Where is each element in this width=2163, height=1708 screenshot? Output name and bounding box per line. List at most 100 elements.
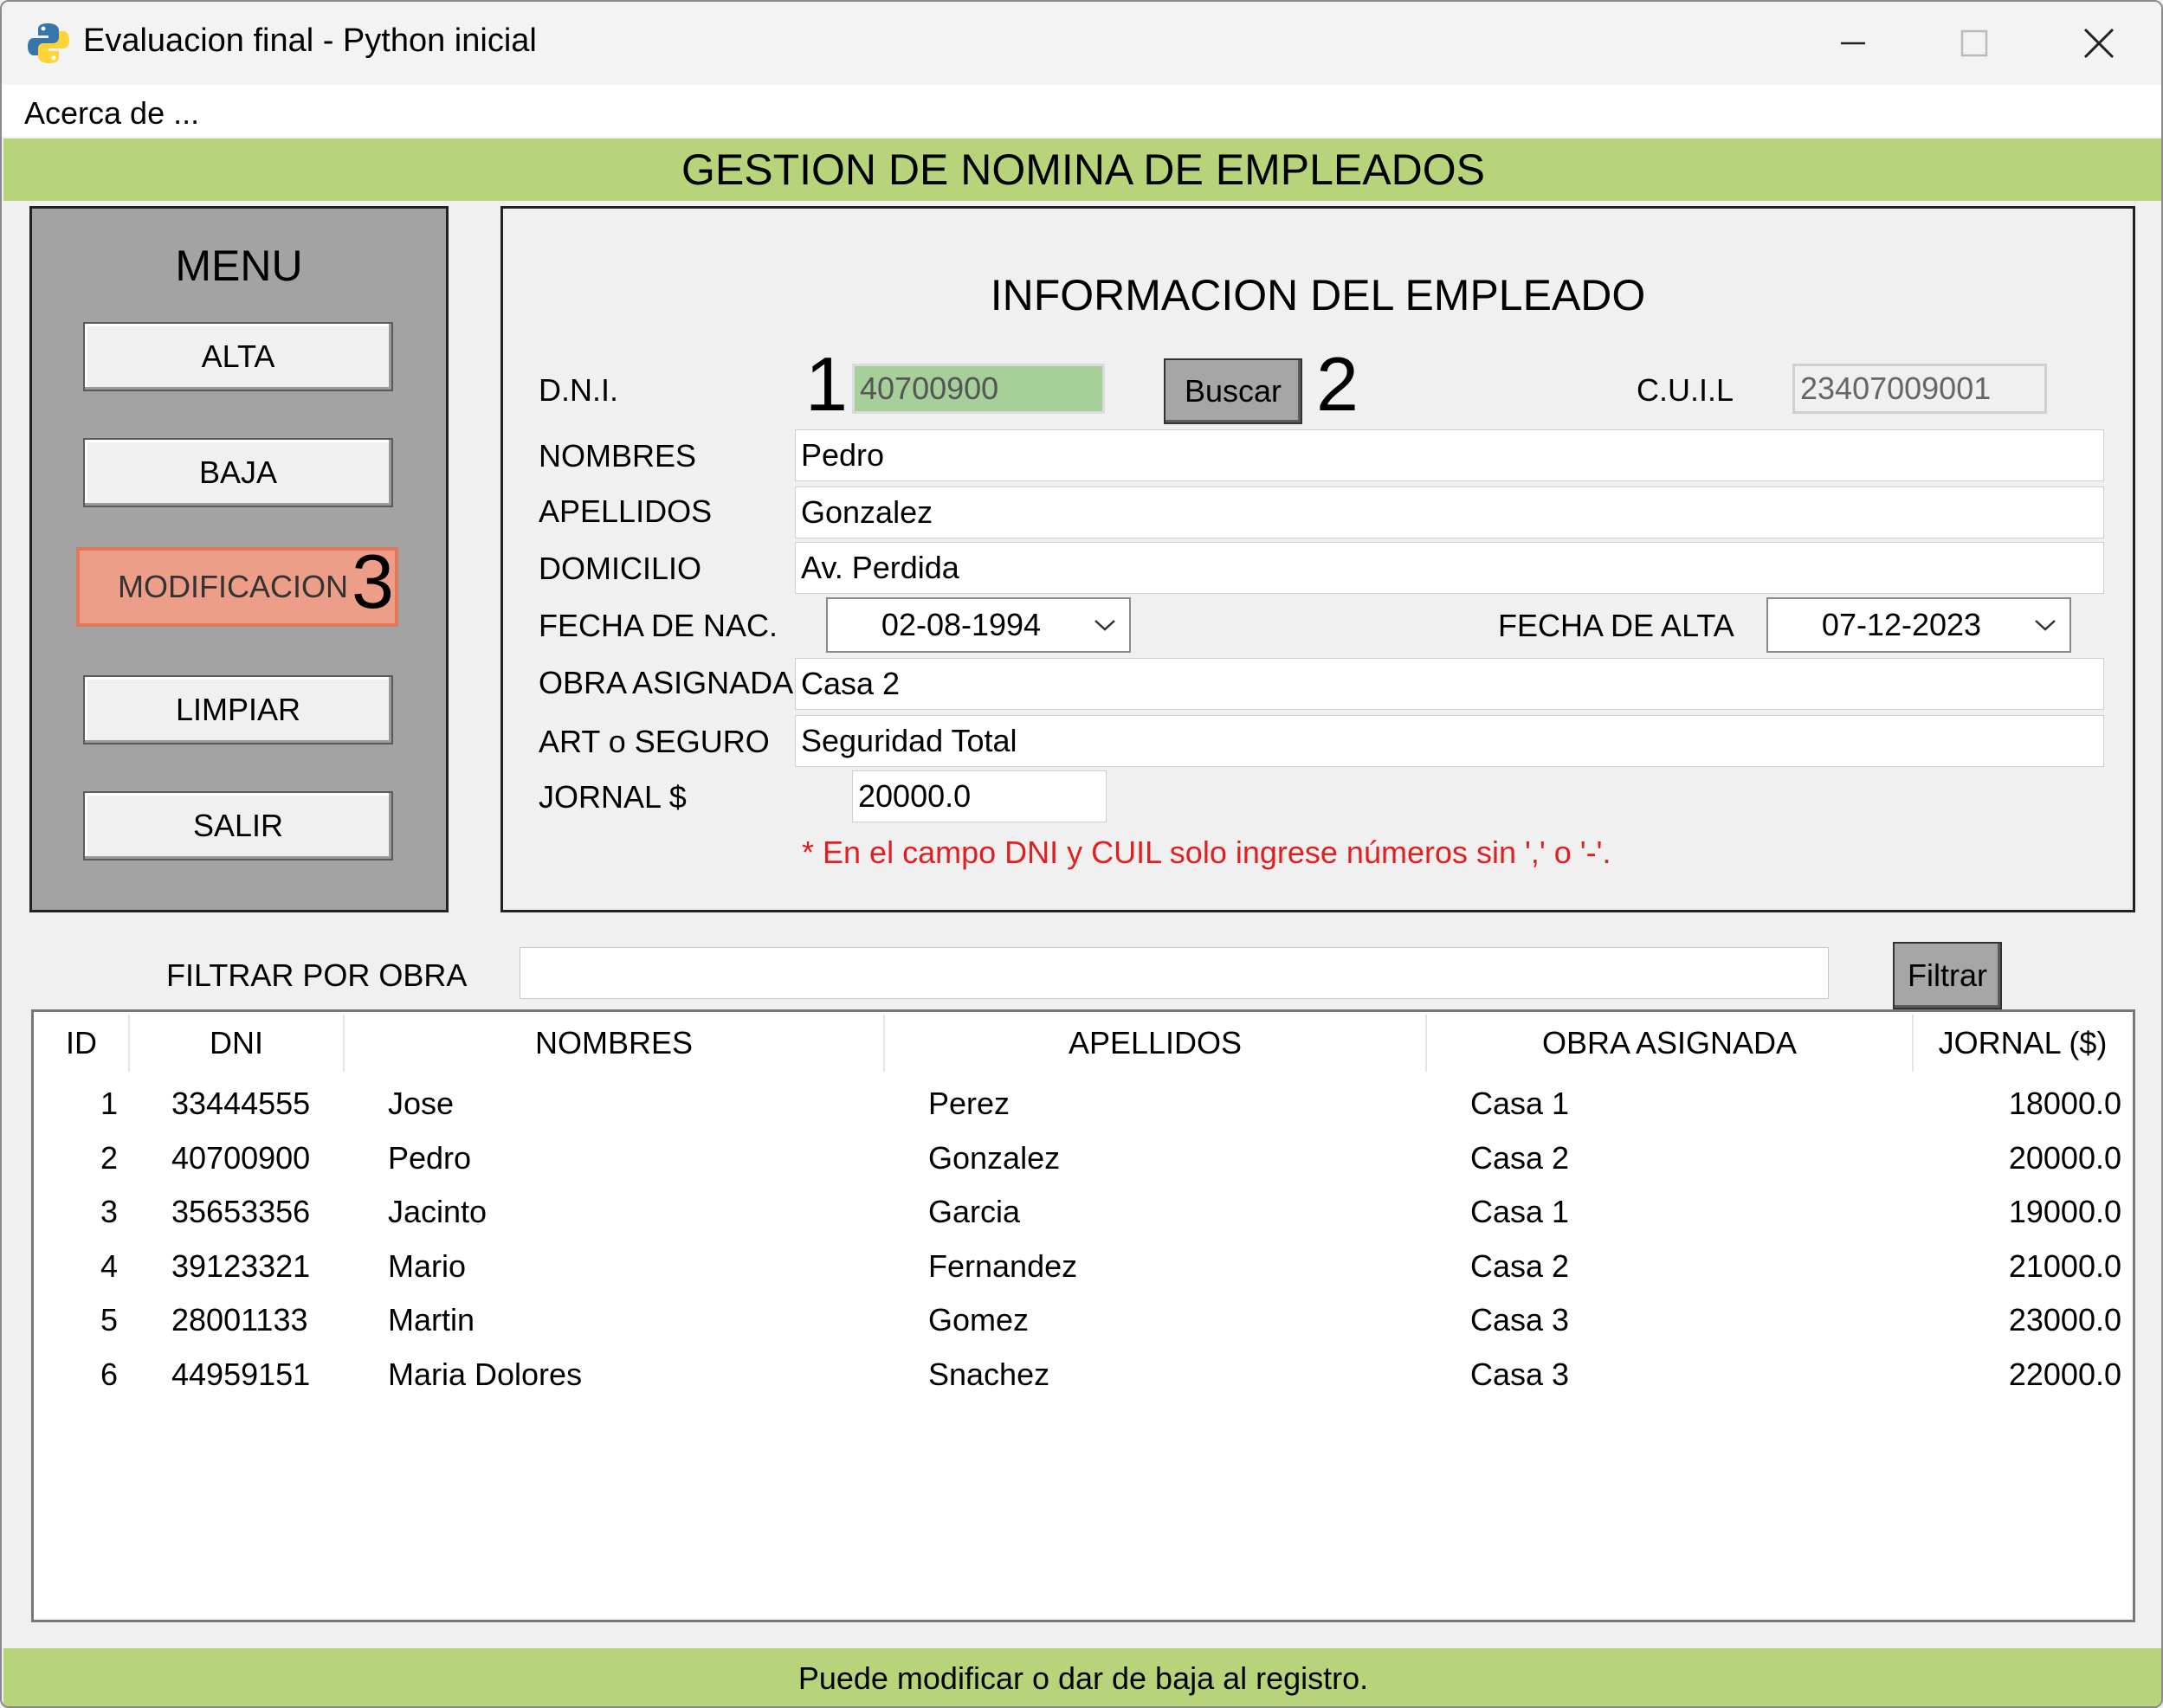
cell-apellidos: Garcia	[928, 1194, 1021, 1230]
python-icon	[28, 23, 69, 63]
baja-button[interactable]: BAJA	[83, 438, 393, 507]
cell-dni: 40700900	[171, 1139, 311, 1176]
status-bar: Puede modificar o dar de baja al registr…	[3, 1648, 2161, 1706]
cell-obra: Casa 2	[1470, 1139, 1570, 1176]
cell-dni: 33444555	[171, 1086, 311, 1121]
annotation-2: 2	[1316, 341, 1359, 427]
header-banner: GESTION DE NOMINA DE EMPLEADOS	[3, 139, 2161, 201]
table-header-nombres[interactable]: NOMBRES	[345, 1015, 885, 1072]
cell-nombres: Jose	[388, 1086, 455, 1121]
nombres-input[interactable]: Pedro	[795, 429, 2104, 481]
fecha-nac-value: 02-08-1994	[881, 607, 1042, 642]
cell-dni: 35653356	[171, 1194, 311, 1230]
dni-input[interactable]: 40700900	[852, 364, 1105, 414]
cell-jornal: 20000.0	[2008, 1139, 2121, 1176]
cell-id: 5	[100, 1302, 118, 1338]
cell-id: 6	[100, 1357, 118, 1392]
cell-apellidos: Perez	[928, 1086, 1010, 1121]
jornal-input[interactable]: 20000.0	[852, 770, 1107, 822]
cell-obra: Casa 3	[1470, 1302, 1570, 1338]
table-row[interactable]: 1 33444555 Jose Perez Casa 1 18000.0	[35, 1079, 2134, 1133]
annotation-1: 1	[805, 341, 848, 427]
cell-id: 2	[100, 1139, 118, 1176]
cell-nombres: Mario	[388, 1247, 467, 1284]
table-header-dni[interactable]: DNI	[130, 1015, 345, 1072]
limpiar-button[interactable]: LIMPIAR	[83, 675, 393, 744]
cell-jornal: 22000.0	[2008, 1357, 2121, 1392]
art-input[interactable]: Seguridad Total	[795, 715, 2104, 767]
close-button[interactable]	[2038, 2, 2160, 85]
cell-jornal: 23000.0	[2008, 1302, 2121, 1338]
table-row[interactable]: 5 28001133 Martin Gomez Casa 3 23000.0	[35, 1295, 2134, 1350]
table-row[interactable]: 4 39123321 Mario Fernandez Casa 2 21000.0	[35, 1241, 2134, 1296]
app-window: Evaluacion final - Python inicial Acerca…	[0, 0, 2163, 1708]
fecha-alta-combo[interactable]: 07-12-2023	[1766, 597, 2071, 653]
apellidos-input[interactable]: Gonzalez	[795, 487, 2104, 538]
salir-button[interactable]: SALIR	[83, 791, 393, 860]
cell-obra: Casa 2	[1470, 1247, 1570, 1284]
alta-button[interactable]: ALTA	[83, 322, 393, 391]
cell-id: 1	[100, 1086, 118, 1121]
cell-nombres: Pedro	[388, 1139, 472, 1176]
cell-obra: Casa 1	[1470, 1086, 1570, 1121]
table-header-obra[interactable]: OBRA ASIGNADA	[1427, 1015, 1914, 1072]
maximize-icon	[1960, 29, 1988, 57]
table-row[interactable]: 6 44959151 Maria Dolores Snachez Casa 3 22000…	[35, 1350, 2134, 1404]
menu-bar	[2, 85, 2161, 137]
window-title: Evaluacion final - Python inicial	[83, 23, 537, 59]
cell-obra: Casa 3	[1470, 1357, 1570, 1392]
chevron-down-icon	[2035, 620, 2056, 631]
fecha-nac-label: FECHA DE NAC.	[539, 608, 778, 643]
cell-apellidos: Gonzalez	[928, 1139, 1061, 1176]
cell-nombres: Martin	[388, 1302, 475, 1338]
table-body: 1 33444555 Jose Perez Casa 1 18000.0 2 40700900…	[35, 1079, 2134, 1598]
fecha-alta-label: FECHA DE ALTA	[1498, 608, 1734, 643]
cuil-input[interactable]: 23407009001	[1792, 364, 2047, 414]
menu-title: MENU	[175, 242, 303, 290]
minimize-button[interactable]	[1792, 2, 1914, 85]
modificacion-button[interactable]: MODIFICACION	[76, 547, 398, 627]
cell-dni: 44959151	[171, 1357, 311, 1392]
domicilio-label: DOMICILIO	[539, 551, 702, 586]
table-row[interactable]: 2 40700900 Pedro Gonzalez Casa 2 20000.0	[35, 1133, 2134, 1188]
annotation-3: 3	[352, 538, 394, 624]
filtrar-button[interactable]: Filtrar	[1893, 942, 2002, 1009]
filter-label: FILTRAR POR OBRA	[166, 957, 468, 993]
jornal-label: JORNAL $	[539, 779, 687, 815]
buscar-button[interactable]: Buscar	[1164, 358, 1302, 424]
minimize-icon	[1841, 42, 1865, 45]
cuil-label: C.U.I.L	[1637, 372, 1734, 408]
cell-apellidos: Fernandez	[928, 1247, 1078, 1284]
chevron-down-icon	[1094, 620, 1115, 631]
cell-nombres: Jacinto	[388, 1194, 487, 1230]
apellidos-label: APELLIDOS	[539, 493, 713, 529]
cell-jornal: 18000.0	[2008, 1086, 2121, 1121]
close-icon	[2083, 28, 2115, 59]
validation-warning: * En el campo DNI y CUIL solo ingrese nú…	[802, 835, 1611, 870]
menu-item-acerca[interactable]: Acerca de ...	[24, 95, 199, 132]
info-title: INFORMACION DEL EMPLEADO	[990, 271, 1646, 319]
table-header-apellidos[interactable]: APELLIDOS	[885, 1015, 1427, 1072]
cell-jornal: 19000.0	[2008, 1194, 2121, 1230]
cell-id: 3	[100, 1194, 118, 1230]
fecha-alta-value: 07-12-2023	[1821, 607, 1982, 642]
maximize-button[interactable]	[1914, 2, 2035, 85]
table-header-id[interactable]: ID	[35, 1015, 130, 1072]
cell-obra: Casa 1	[1470, 1194, 1570, 1230]
cell-dni: 28001133	[171, 1302, 308, 1338]
cell-apellidos: Gomez	[928, 1302, 1030, 1338]
dni-label: D.N.I.	[539, 372, 619, 408]
obra-label: OBRA ASIGNADA	[539, 665, 794, 700]
nombres-label: NOMBRES	[539, 438, 697, 474]
cell-jornal: 21000.0	[2008, 1247, 2121, 1284]
obra-input[interactable]: Casa 2	[795, 658, 2104, 710]
table-header-jornal[interactable]: JORNAL ($)	[1914, 1015, 2132, 1072]
cell-dni: 39123321	[171, 1247, 311, 1284]
domicilio-input[interactable]: Av. Perdida	[795, 542, 2104, 594]
fecha-nac-combo[interactable]: 02-08-1994	[826, 597, 1131, 653]
modificacion-button-label: MODIFICACION	[118, 569, 348, 604]
cell-apellidos: Snachez	[928, 1357, 1050, 1392]
art-label: ART o SEGURO	[539, 724, 770, 759]
filter-input[interactable]	[520, 947, 1829, 999]
table-row[interactable]: 3 35653356 Jacinto Garcia Casa 1 19000.0	[35, 1187, 2134, 1241]
